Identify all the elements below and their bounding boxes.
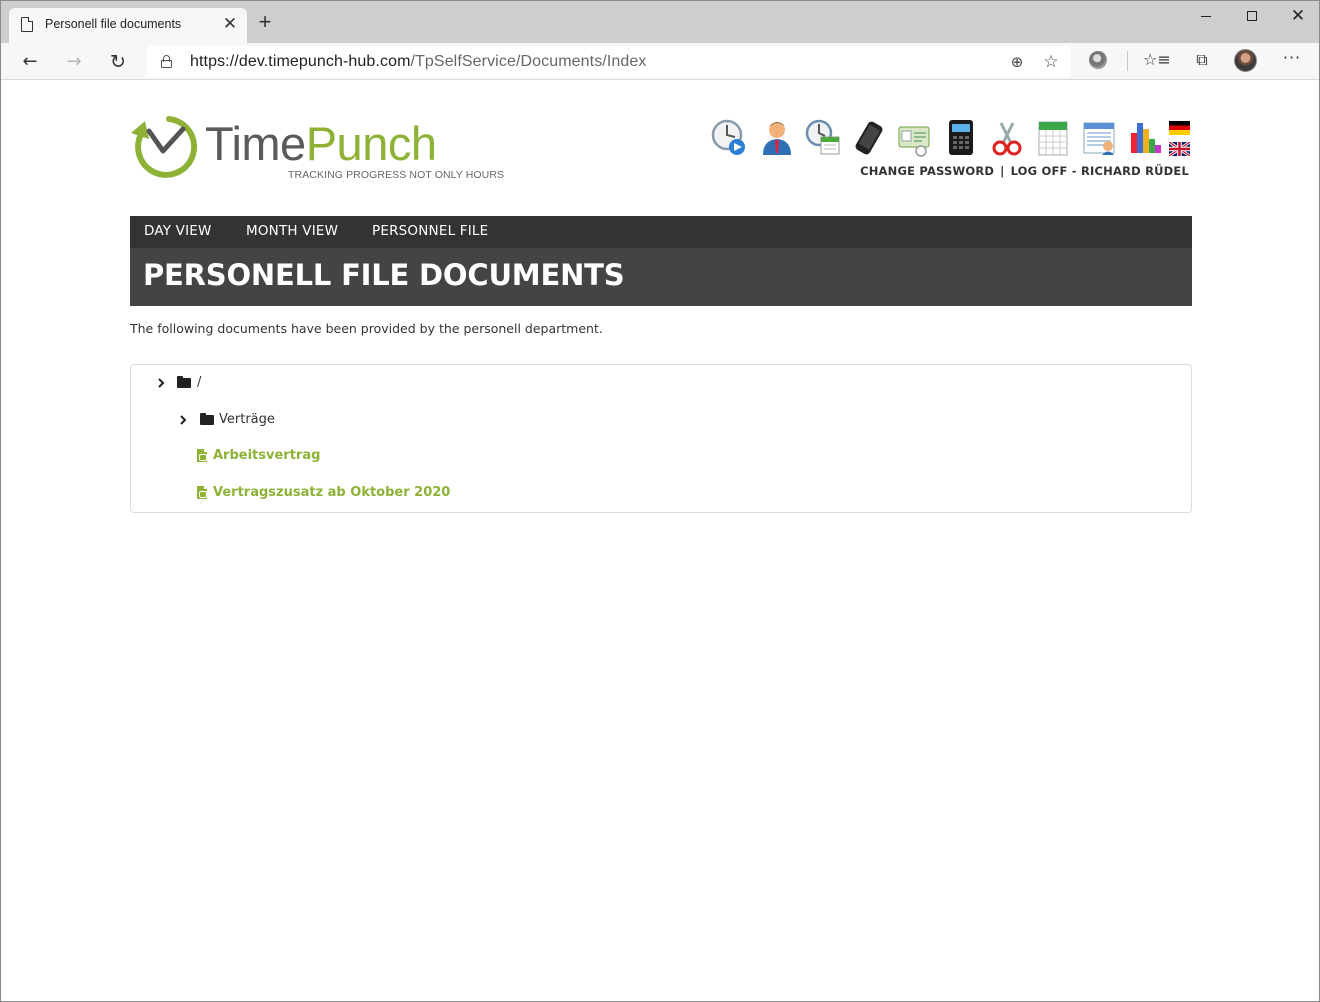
chart-icon[interactable] xyxy=(1127,119,1163,157)
star-icon[interactable]: ☆ xyxy=(1039,50,1063,74)
scissors-icon[interactable] xyxy=(989,119,1025,157)
timepunch-logo[interactable]: TimePunch TRACKING PROGRESS NOT ONLY HOU… xyxy=(129,111,519,186)
folder-icon xyxy=(177,376,191,388)
lock-icon[interactable] xyxy=(161,55,172,68)
browser-window: Personell file documents ✕ + ✕ ← → ↻ htt… xyxy=(0,0,1320,1002)
toolbar-divider xyxy=(1127,51,1128,71)
collections-icon[interactable]: ⧉ xyxy=(1189,47,1215,73)
pdf-file-icon xyxy=(197,486,207,499)
clock-play-icon[interactable] xyxy=(711,119,747,157)
browser-toolbar: ← → ↻ https://dev.timepunch-hub.com/TpSe… xyxy=(1,43,1319,80)
logo-wordmark: TimePunch xyxy=(205,117,437,170)
intro-text: The following documents have been provid… xyxy=(130,321,603,336)
document-link-vertragszusatz[interactable]: Vertragszusatz ab Oktober 2020 xyxy=(213,485,450,500)
browser-tab[interactable]: Personell file documents ✕ xyxy=(9,8,247,43)
german-flag-icon[interactable] xyxy=(1169,121,1190,135)
tree-node-label: / xyxy=(197,375,202,390)
maximize-button[interactable] xyxy=(1229,1,1275,31)
nav-month-view[interactable]: MONTH VIEW xyxy=(246,223,338,239)
favorites-icon[interactable]: ☆≡ xyxy=(1143,47,1171,73)
page-icon xyxy=(21,17,33,32)
window-close-button[interactable]: ✕ xyxy=(1275,1,1320,31)
id-card-icon[interactable] xyxy=(897,119,933,157)
pdf-file-icon xyxy=(197,449,207,462)
profile-avatar[interactable] xyxy=(1234,49,1257,72)
logo-tagline: TRACKING PROGRESS NOT ONLY HOURS xyxy=(288,169,505,181)
zoom-icon[interactable]: ⊕ xyxy=(1005,50,1029,74)
uk-flag-icon[interactable] xyxy=(1169,142,1190,156)
url-host: https://dev.timepunch-hub.com xyxy=(190,53,411,70)
change-password-link[interactable]: CHANGE PASSWORD xyxy=(860,164,994,178)
page-header: PERSONELL FILE DOCUMENTS xyxy=(130,248,1192,306)
page-title: PERSONELL FILE DOCUMENTS xyxy=(143,258,625,292)
nav-day-view[interactable]: DAY VIEW xyxy=(144,223,212,239)
tab-title: Personell file documents xyxy=(45,17,182,31)
document-link-arbeitsvertrag[interactable]: Arbeitsvertrag xyxy=(213,448,320,463)
document-item: Vertragszusatz ab Oktober 2020 xyxy=(197,484,517,504)
tab-strip: Personell file documents ✕ + ✕ xyxy=(1,1,1319,43)
main-nav: DAY VIEW MONTH VIEW PERSONNEL FILE xyxy=(130,216,1192,248)
account-links: CHANGE PASSWORD | LOG OFF - RICHARD RÜDEL xyxy=(860,164,1189,178)
extension-icon[interactable] xyxy=(1089,51,1107,69)
logoff-link[interactable]: LOG OFF - RICHARD RÜDEL xyxy=(1011,164,1189,178)
phone-icon[interactable] xyxy=(851,119,887,157)
document-item: Arbeitsvertrag xyxy=(197,447,497,467)
back-button[interactable]: ← xyxy=(15,47,45,77)
nav-personnel-file[interactable]: PERSONNEL FILE xyxy=(372,223,488,239)
schedule-icon[interactable] xyxy=(1081,119,1117,157)
chevron-right-icon[interactable] xyxy=(179,414,187,426)
time-calendar-icon[interactable] xyxy=(805,119,841,157)
calendar-icon[interactable] xyxy=(1035,119,1071,157)
url-path: /TpSelfService/Documents/Index xyxy=(410,53,647,70)
folder-icon xyxy=(200,413,214,425)
more-menu-icon[interactable]: ··· xyxy=(1279,47,1305,73)
logo-clock-icon xyxy=(131,116,198,178)
link-separator: | xyxy=(1000,164,1005,178)
document-tree: / Verträge Arbeitsvertrag Vertragszusatz… xyxy=(130,364,1192,513)
reload-button[interactable]: ↻ xyxy=(103,47,133,77)
address-bar[interactable]: https://dev.timepunch-hub.com/TpSelfServ… xyxy=(147,46,1071,77)
employee-icon[interactable] xyxy=(759,119,795,157)
chevron-right-icon[interactable] xyxy=(157,377,165,389)
page-viewport: TimePunch TRACKING PROGRESS NOT ONLY HOU… xyxy=(1,81,1319,1001)
tree-node-root[interactable]: / xyxy=(157,374,357,394)
tree-node-folder[interactable]: Verträge xyxy=(179,411,379,431)
forward-button[interactable]: → xyxy=(59,47,89,77)
terminal-icon[interactable] xyxy=(943,119,979,157)
new-tab-button[interactable]: + xyxy=(253,11,277,35)
url-text[interactable]: https://dev.timepunch-hub.com/TpSelfServ… xyxy=(190,53,647,71)
tab-close-icon[interactable]: ✕ xyxy=(219,13,241,35)
minimize-button[interactable] xyxy=(1183,1,1229,31)
tree-node-label: Verträge xyxy=(219,412,275,427)
